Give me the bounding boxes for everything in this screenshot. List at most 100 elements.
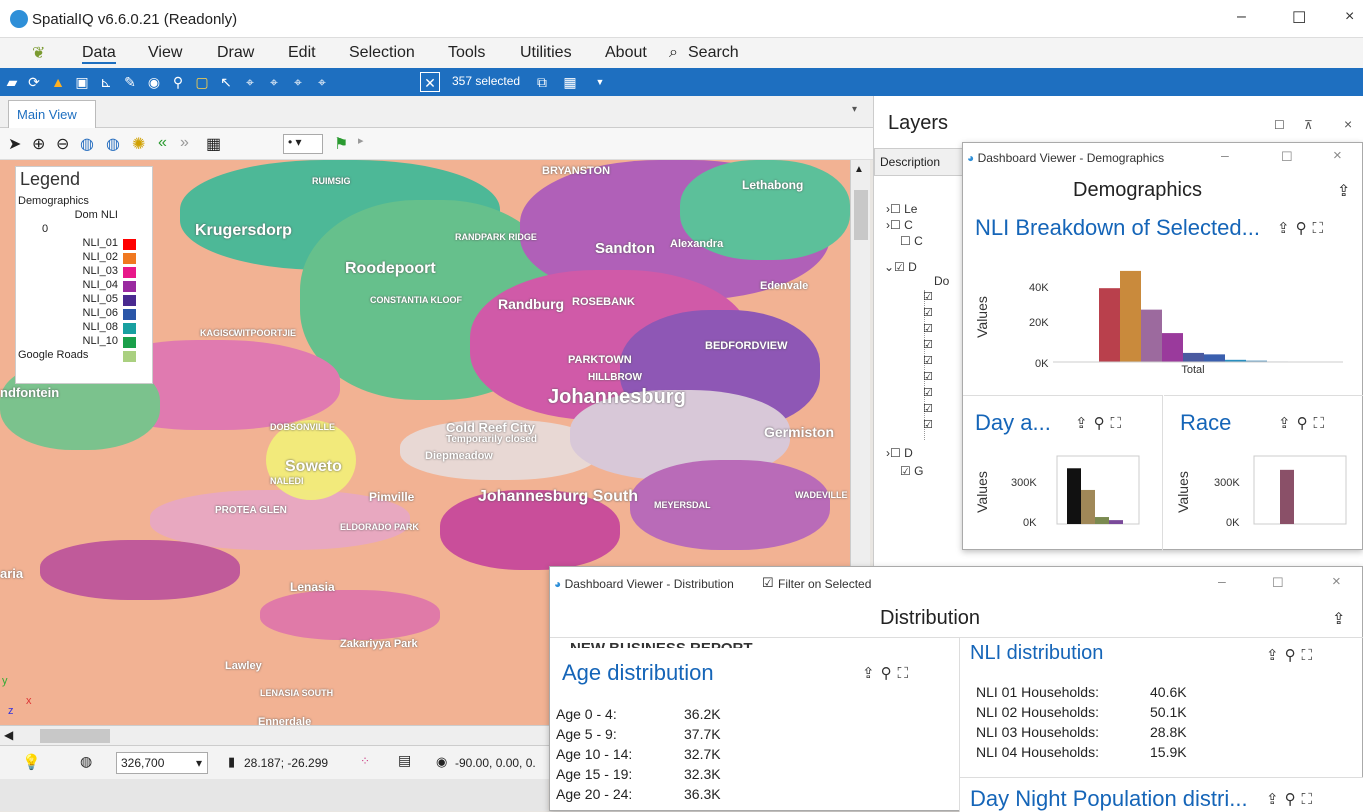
measure-icon[interactable]: ⊾ [96, 72, 116, 92]
zoom-dropdown[interactable]: • ▾ [283, 134, 323, 154]
filter-checkbox[interactable]: ☑ [762, 575, 774, 591]
select-remove-icon[interactable]: ⌖ [288, 72, 308, 92]
menu-edit[interactable]: Edit [288, 44, 316, 62]
settings-gear-icon[interactable]: ✺ [132, 134, 145, 154]
globe-extent-icon[interactable]: ◍ [106, 134, 120, 154]
layers-restore-icon[interactable]: ☐ [1274, 118, 1285, 132]
globe-status-icon[interactable]: ◍ [80, 753, 92, 770]
points-icon[interactable]: ⁘ [360, 754, 370, 768]
layer-item[interactable]: ⌄☑ D [884, 260, 917, 274]
age-row: Age 10 - 14: [556, 746, 633, 762]
table-icon[interactable]: ▦ [560, 72, 580, 92]
age-value: 32.7K [684, 746, 721, 762]
export-icon[interactable]: ⇪ [1337, 181, 1350, 201]
layer-icon[interactable]: ▣ [72, 72, 92, 92]
map-label: LENASIA SOUTH [260, 688, 334, 698]
tab-dropdown-icon[interactable]: ▾ [852, 104, 857, 115]
layer-item[interactable]: ›☐ D [886, 446, 913, 460]
draw-icon[interactable]: ✎ [120, 72, 140, 92]
map-label: WADEVILLE [795, 490, 848, 500]
scroll-thumb[interactable] [854, 190, 868, 240]
demo-close[interactable]: × [1333, 147, 1342, 164]
tab-main-view[interactable]: Main View [8, 100, 96, 128]
bulb-icon[interactable]: 💡 [22, 753, 41, 771]
menu-utilities[interactable]: Utilities [520, 44, 572, 62]
app-menu-icon[interactable]: ❦ [32, 43, 45, 63]
scale-dropdown[interactable]: 326,700 ▾ [116, 752, 208, 774]
more-icon[interactable]: ▸ [358, 134, 364, 147]
app-icon [10, 10, 28, 28]
map-label: Temporarily closed [446, 434, 537, 445]
hscroll-thumb[interactable] [40, 729, 110, 743]
nli-distribution-actions[interactable]: ⇪⚲⛶ [1266, 646, 1318, 664]
location-icon[interactable]: ⚲ [168, 72, 188, 92]
zoom-out-icon[interactable]: ⊖ [56, 134, 69, 154]
pointer-icon[interactable]: ➤ [8, 134, 21, 154]
scroll-up-icon[interactable]: ▲ [854, 164, 864, 175]
window-title: SpatialIQ v6.6.0.21 (Readonly) [32, 11, 238, 28]
globe-icon[interactable]: ◉ [144, 72, 164, 92]
forward-icon[interactable]: » [180, 134, 189, 152]
nli-row: NLI 01 Households: [976, 684, 1099, 700]
menu-selection[interactable]: Selection [349, 44, 415, 62]
map-label: DOBSONVILLE [270, 422, 336, 432]
menu-about[interactable]: About [605, 44, 647, 62]
search-icon[interactable]: ⌕ [669, 44, 678, 62]
menu-draw[interactable]: Draw [217, 44, 254, 62]
menu-data[interactable]: Data [82, 44, 116, 64]
globe-full-icon[interactable]: ◍ [80, 134, 94, 154]
pin-icon[interactable]: ⊼ [1304, 118, 1313, 132]
age-distribution-actions[interactable]: ⇪⚲⛶ [862, 664, 914, 682]
menu-view[interactable]: View [148, 44, 182, 62]
zoom-selection-icon[interactable]: ⧉ [532, 72, 552, 92]
close-button[interactable]: × [1345, 8, 1354, 26]
layers-close-icon[interactable]: × [1344, 116, 1352, 132]
day-chart-actions[interactable]: ⇪⚲⛶ [1075, 414, 1127, 432]
demo-maximize[interactable]: ☐ [1281, 149, 1293, 165]
maximize-button[interactable]: ☐ [1292, 8, 1306, 28]
axis-z-icon: z [8, 705, 14, 717]
grid-icon[interactable]: ▦ [206, 134, 221, 154]
select-arrow-icon[interactable]: ↖ [216, 72, 236, 92]
layer-item[interactable]: ☑ G [900, 464, 923, 478]
flag-icon[interactable]: ⚑ [334, 134, 348, 154]
folder-icon[interactable]: ▰ [2, 72, 22, 92]
dist-minimize[interactable]: – [1218, 573, 1226, 589]
chart-bar [1081, 489, 1095, 524]
layers-title: Layers [888, 112, 949, 134]
dist-maximize[interactable]: ☐ [1272, 575, 1284, 591]
layer-item[interactable]: ›☐ C [886, 218, 913, 232]
day-chart-title: Day a... [975, 410, 1051, 435]
race-chart-title: Race [1180, 410, 1232, 435]
description-column[interactable]: Description [874, 148, 974, 176]
layer-item[interactable]: ›☐ Le [886, 202, 917, 216]
refresh-icon[interactable]: ⟳ [24, 72, 44, 92]
zoom-in-icon[interactable]: ⊕ [32, 134, 45, 154]
chart-bar [1141, 309, 1162, 362]
chevron-down-icon[interactable]: ▼ [590, 72, 610, 92]
back-icon[interactable]: « [158, 134, 167, 152]
map-pin-icon[interactable]: ▲ [48, 72, 68, 92]
select-intersect-icon[interactable]: ⌖ [312, 72, 332, 92]
dist-export-icon[interactable]: ⇪ [1332, 609, 1345, 629]
notes-icon[interactable]: ▤ [398, 752, 411, 769]
layer-item[interactable]: ☐ C [900, 234, 923, 248]
race-chart-actions[interactable]: ⇪⚲⛶ [1278, 414, 1330, 432]
frame-icon[interactable]: ▢ [192, 72, 212, 92]
menu-search[interactable]: Search [688, 44, 739, 62]
map-toolbar: ➤ ⊕ ⊖ ◍ ◍ ✺ « » ▦ • ▾ ⚑ ▸ [0, 128, 873, 160]
dist-close[interactable]: × [1332, 573, 1341, 590]
menu-bar: ❦ Data View Draw Edit Selection Tools Ut… [0, 38, 1363, 68]
chart-bar [1204, 354, 1225, 362]
minimize-button[interactable]: – [1237, 8, 1246, 26]
select-add-icon[interactable]: ⌖ [264, 72, 284, 92]
select-polygon-icon[interactable]: ⌖ [240, 72, 260, 92]
clear-selection-icon[interactable]: ✕ [420, 72, 440, 92]
age-row: Age 0 - 4: [556, 706, 617, 722]
age-value: 32.3K [684, 766, 721, 782]
menu-tools[interactable]: Tools [448, 44, 485, 62]
demo-minimize[interactable]: – [1221, 147, 1229, 163]
scroll-left-icon[interactable]: ◀ [4, 728, 13, 742]
day-night-actions[interactable]: ⇪⚲⛶ [1266, 790, 1318, 808]
nli-breakdown-actions[interactable]: ⇪⚲⛶ [1277, 219, 1329, 237]
